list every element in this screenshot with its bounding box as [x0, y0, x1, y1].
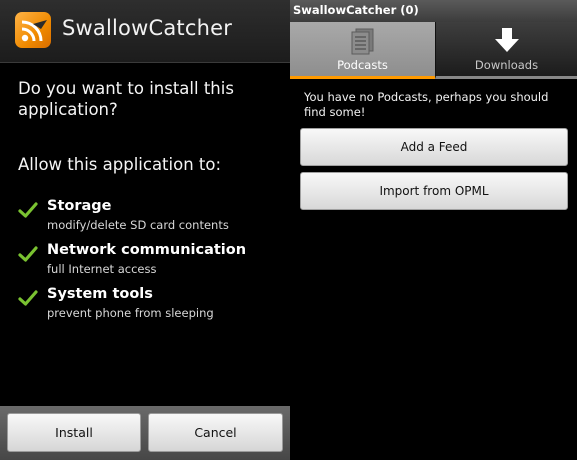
- allow-heading: Allow this application to:: [18, 155, 222, 174]
- download-arrow-icon: [495, 28, 519, 52]
- tab-downloads[interactable]: Downloads: [435, 22, 577, 79]
- permission-description: modify/delete SD card contents: [47, 218, 229, 232]
- app-screen: SwallowCatcher (0) Podcasts Downloads Yo…: [290, 0, 577, 460]
- permission-description: prevent phone from sleeping: [47, 306, 214, 320]
- app-title: SwallowCatcher (0): [293, 3, 419, 17]
- permission-title: Storage: [47, 198, 112, 214]
- install-screen: SwallowCatcher Do you want to install th…: [0, 0, 290, 460]
- check-icon: [18, 290, 38, 306]
- tab-bar: Podcasts Downloads: [290, 22, 577, 79]
- screenshot-root: SwallowCatcher Do you want to install th…: [0, 0, 577, 460]
- permission-description: full Internet access: [47, 262, 157, 276]
- tab-label: Podcasts: [337, 58, 388, 72]
- tab-label: Downloads: [474, 58, 539, 72]
- add-feed-button[interactable]: Add a Feed: [300, 128, 568, 166]
- rss-feed-icon: [15, 12, 51, 48]
- app-name: SwallowCatcher: [62, 16, 233, 40]
- list-icon: [351, 28, 374, 55]
- install-button[interactable]: Install: [7, 413, 141, 452]
- permission-system-tools: System tools prevent phone from sleeping: [18, 286, 288, 328]
- permission-storage: Storage modify/delete SD card contents: [18, 198, 288, 240]
- tab-podcasts[interactable]: Podcasts: [290, 22, 435, 79]
- cancel-button[interactable]: Cancel: [148, 413, 283, 452]
- permission-network: Network communication full Internet acce…: [18, 242, 288, 284]
- install-button-bar: Install Cancel: [0, 406, 290, 460]
- empty-message: You have no Podcasts, perhaps you should…: [304, 90, 549, 119]
- check-icon: [18, 246, 38, 262]
- permission-title: System tools: [47, 286, 153, 302]
- install-question: Do you want to install this application?: [18, 79, 234, 119]
- install-title-bar: SwallowCatcher: [0, 0, 290, 63]
- check-icon: [18, 202, 38, 218]
- import-opml-button[interactable]: Import from OPML: [300, 172, 568, 210]
- app-title-bar: SwallowCatcher (0): [290, 0, 577, 22]
- permission-title: Network communication: [47, 242, 247, 258]
